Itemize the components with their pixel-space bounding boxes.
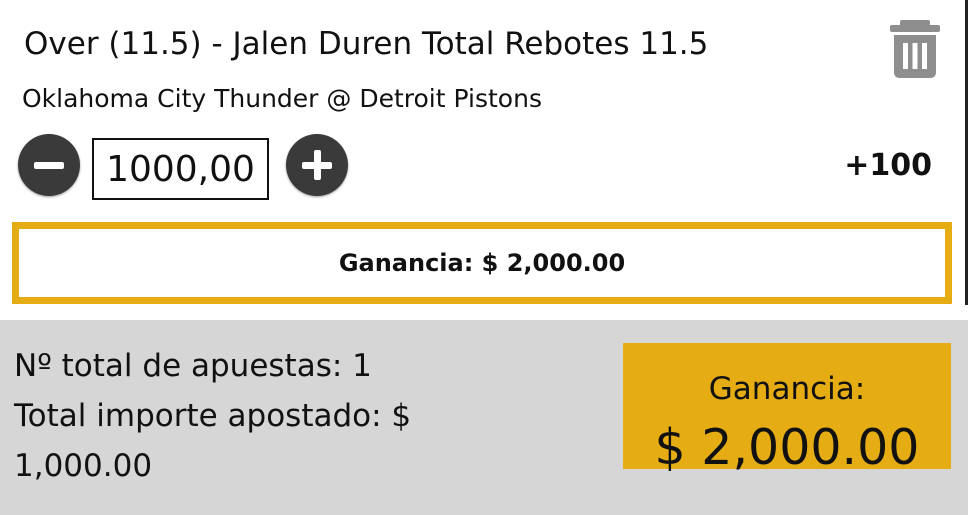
total-staked-amount: 1,000.00 [14, 448, 153, 484]
odds-value: +100 [844, 148, 932, 183]
decrease-stake-button[interactable] [18, 134, 80, 196]
total-gain-box: Ganancia: $ 2,000.00 [623, 343, 951, 476]
increase-stake-button[interactable] [286, 134, 348, 196]
minus-icon [34, 162, 64, 169]
bet-summary: Nº total de apuestas: 1 Total importe ap… [0, 320, 968, 515]
bet-card: Over (11.5) - Jalen Duren Total Rebotes … [0, 0, 968, 320]
gain-amount: $ 2,000.00 [654, 419, 920, 476]
bet-title: Over (11.5) - Jalen Duren Total Rebotes … [24, 26, 709, 62]
potential-payout: Ganancia: $ 2,000.00 [12, 222, 952, 304]
total-bets: Nº total de apuestas: 1 [14, 348, 372, 384]
total-staked-label: Total importe apostado: $ [14, 398, 412, 434]
trash-icon[interactable] [890, 20, 940, 78]
match-name: Oklahoma City Thunder @ Detroit Pistons [22, 84, 542, 113]
stake-input[interactable]: 1000,00 [92, 138, 269, 200]
gain-label: Ganancia: [708, 371, 866, 407]
